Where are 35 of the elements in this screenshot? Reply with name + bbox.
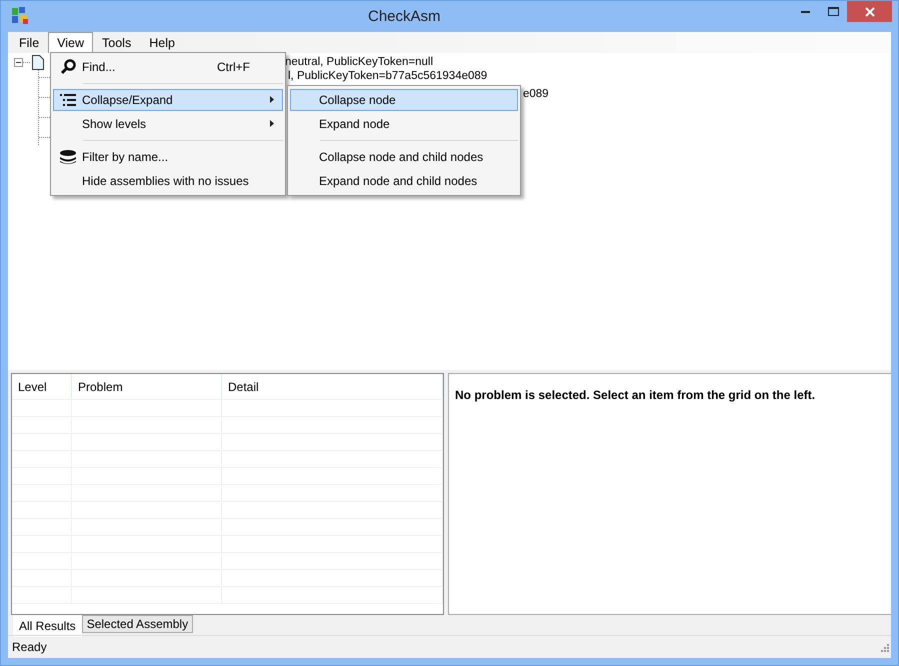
menu-bar-item[interactable]: View (48, 32, 94, 53)
search-icon (60, 59, 76, 75)
status-text: Ready (12, 640, 47, 654)
tree-node-text[interactable]: l, PublicKeyToken=b77a5c561934e089 (288, 70, 488, 82)
app-logo-icon (12, 7, 28, 24)
menu-item[interactable]: Collapse node and child nodes (290, 146, 518, 168)
menu-item[interactable]: Hide assemblies with no issues (53, 170, 283, 192)
submenu-arrow-icon (270, 96, 274, 103)
tree-node-text[interactable]: e089 (523, 88, 549, 100)
list-icon (60, 93, 76, 107)
file-icon (32, 55, 44, 70)
tree-expander-icon[interactable] (14, 58, 23, 67)
tab[interactable]: Selected Assembly (82, 615, 194, 633)
window-title: CheckAsm (368, 8, 441, 25)
tab[interactable]: All Results (13, 615, 82, 637)
tree-node-text[interactable]: neutral, PublicKeyToken=null (285, 56, 433, 68)
detail-message: No problem is selected. Select an item from the grid on the left. (455, 388, 816, 402)
resize-grip-icon[interactable] (879, 642, 889, 652)
menu-bar-item[interactable]: Help (140, 32, 184, 53)
maximize-icon (828, 7, 839, 16)
submenu-arrow-icon (270, 120, 274, 127)
menu-item[interactable]: Expand node (290, 113, 518, 135)
menu-item[interactable]: Filter by name... (53, 146, 283, 168)
close-icon (864, 6, 874, 16)
menu-item[interactable]: Show levels (53, 113, 283, 135)
menu-bar-item[interactable]: File (10, 32, 48, 53)
menu-item[interactable]: Collapse/Expand (53, 89, 283, 111)
shortcut-text: Ctrl+F (217, 60, 251, 74)
layers-icon (59, 149, 77, 165)
minimize-icon (801, 10, 810, 12)
menu-bar-item[interactable]: Tools (93, 32, 140, 53)
menu-item[interactable]: Collapse node (290, 89, 518, 111)
menu-item[interactable]: Expand node and child nodes (290, 170, 518, 192)
menu-item[interactable]: Find... Ctrl+F (53, 56, 283, 78)
close-button[interactable] (847, 1, 892, 22)
